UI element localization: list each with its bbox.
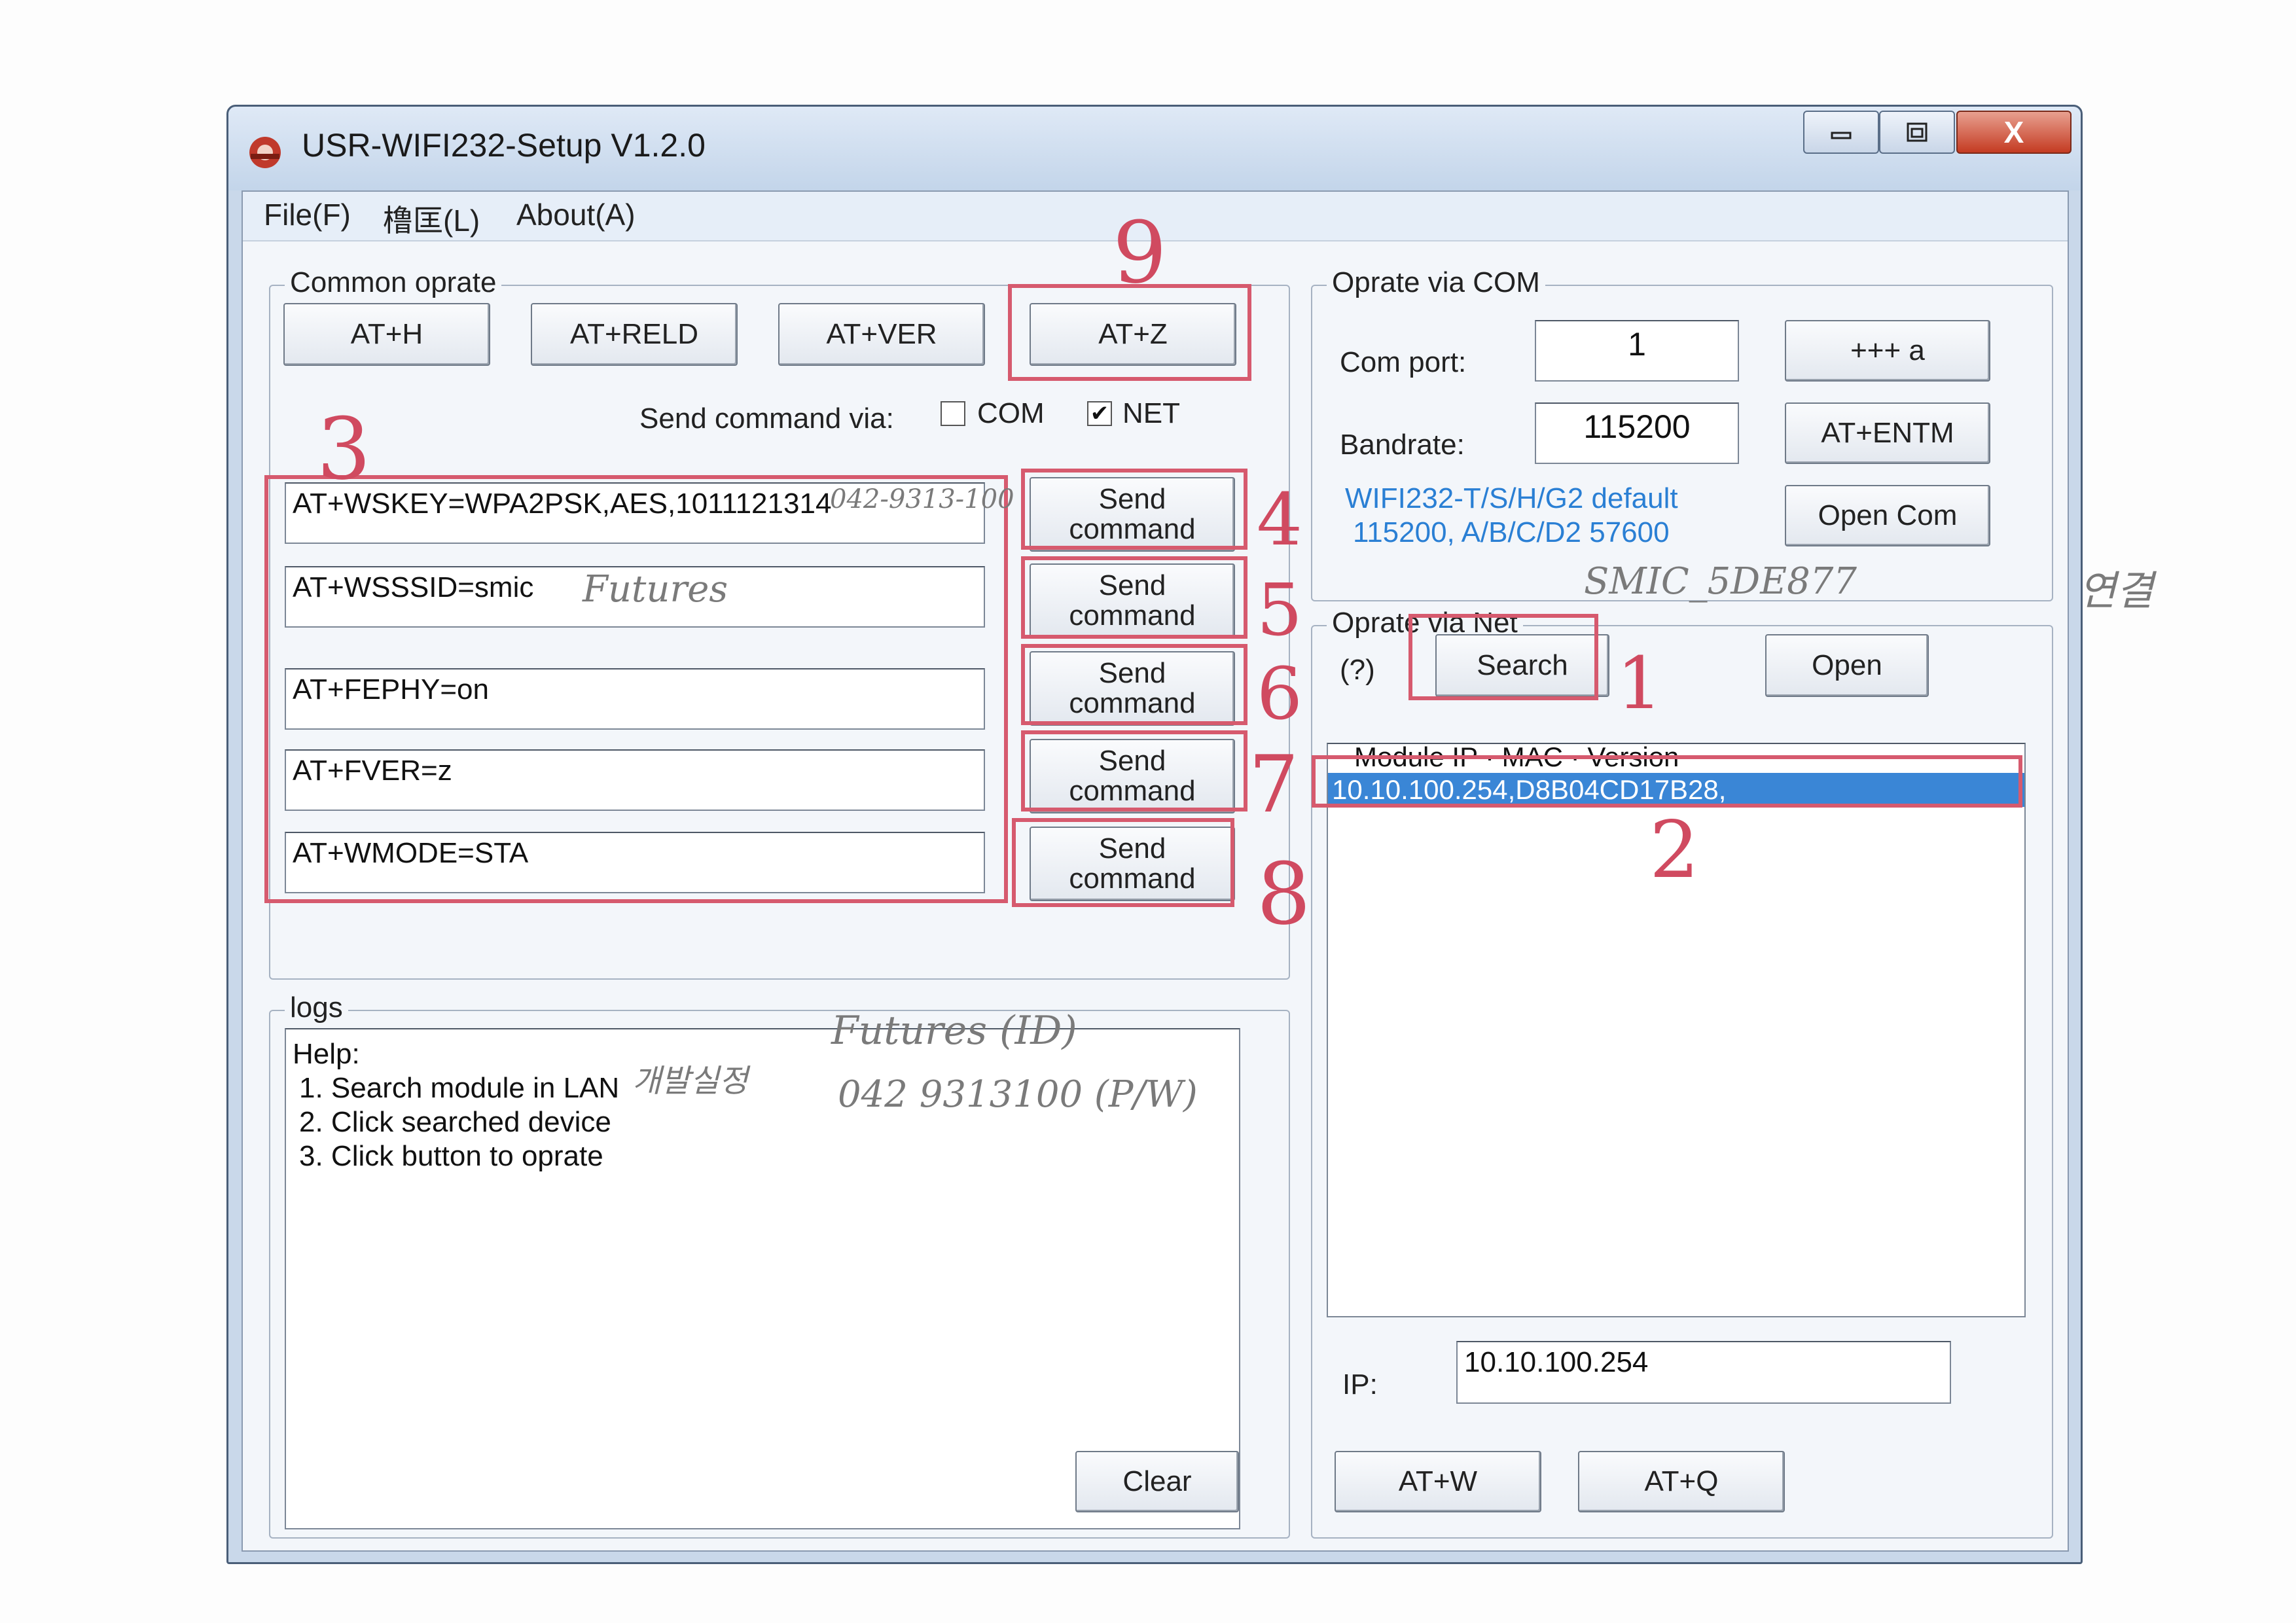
log-line: Help: [293,1038,360,1070]
title-bar: USR-WIFI232-Setup V1.2.0 X [228,107,2081,190]
annotation-box-commands [264,475,1008,903]
open-button[interactable]: Open [1765,634,1929,697]
annotation-box-search [1408,614,1598,700]
logs-legend: logs [285,991,348,1024]
annotation-box-send-5 [1012,818,1234,907]
annotation-number: 6 [1257,652,1302,736]
bandrate-label: Bandrate: [1340,429,1465,461]
net-checkbox[interactable]: ✔ [1087,401,1112,426]
menu-file[interactable]: File(F) [264,197,351,232]
annotation-box-send-4 [1021,730,1247,812]
annotation-number: 2 [1649,805,1700,896]
annotation-number: 9 [1113,203,1167,302]
annotation-number: 4 [1257,478,1302,562]
com-checkbox[interactable] [941,401,965,426]
pencil-note-log-id: Futures (ID) [831,1008,1077,1054]
annotation-number: 5 [1257,568,1302,652]
close-icon: X [2003,115,2024,149]
at-reld-button[interactable]: AT+RELD [531,303,738,366]
clear-button[interactable]: Clear [1075,1451,1239,1512]
open-com-button[interactable]: Open Com [1785,485,1990,546]
close-button[interactable]: X [1956,111,2072,154]
com-legend: Oprate via COM [1327,266,1545,299]
pencil-note-korean: 연결 [2079,567,2154,615]
pencil-note-log-pw: 042 9313100 (P/W) [838,1073,1198,1116]
ip-input[interactable]: 10.10.100.254 [1456,1341,1951,1404]
pencil-note-log-ko: 개발실정 [632,1063,748,1099]
maximize-button[interactable] [1879,111,1955,154]
net-label: NET [1122,397,1180,429]
menu-language[interactable]: 橹匡(L) [383,197,480,240]
com-port-label: Com port: [1340,346,1467,378]
log-line: 3. Click button to oprate [299,1140,603,1172]
at-h-button[interactable]: AT+H [283,303,490,366]
at-entm-button[interactable]: AT+ENTM [1785,402,1990,464]
minimize-icon [1831,132,1852,139]
com-note-line2: 115200, A/B/C/D2 57600 [1353,516,1670,548]
app-icon [249,137,281,168]
at-w-button[interactable]: AT+W [1335,1451,1541,1512]
annotation-number: 8 [1257,844,1311,944]
com-port-input[interactable]: 1 [1535,320,1739,382]
common-oprate-legend: Common oprate [285,266,502,299]
annotation-box-send-1 [1021,469,1247,550]
ip-label: IP: [1342,1368,1378,1400]
bandrate-input[interactable]: 115200 [1535,402,1739,464]
annotation-number: 3 [317,399,371,499]
minimize-button[interactable] [1803,111,1879,154]
pencil-note-key: 042-9313-100 [830,484,1014,514]
com-label: COM [977,397,1045,429]
pencil-note-ssid: Futures [583,568,728,611]
annotation-box-send-2 [1021,556,1247,639]
at-ver-button[interactable]: AT+VER [778,303,985,366]
window-title: USR-WIFI232-Setup V1.2.0 [302,127,706,164]
annotation-number: 1 [1617,641,1662,725]
send-via-label: Send command via: [639,402,894,435]
annotation-box-module [1312,755,2022,808]
menu-about[interactable]: About(A) [516,197,636,232]
net-help[interactable]: (?) [1340,654,1375,687]
plus-a-button[interactable]: +++ a [1785,320,1990,382]
pencil-note-top: SMIC_5DE877 [1584,560,1857,603]
maximize-icon [1907,122,1928,142]
annotation-number: 7 [1249,740,1299,830]
com-note-line1: WIFI232-T/S/H/G2 default [1345,482,1678,514]
annotation-box-send-3 [1021,644,1247,725]
at-q-button[interactable]: AT+Q [1578,1451,1785,1512]
